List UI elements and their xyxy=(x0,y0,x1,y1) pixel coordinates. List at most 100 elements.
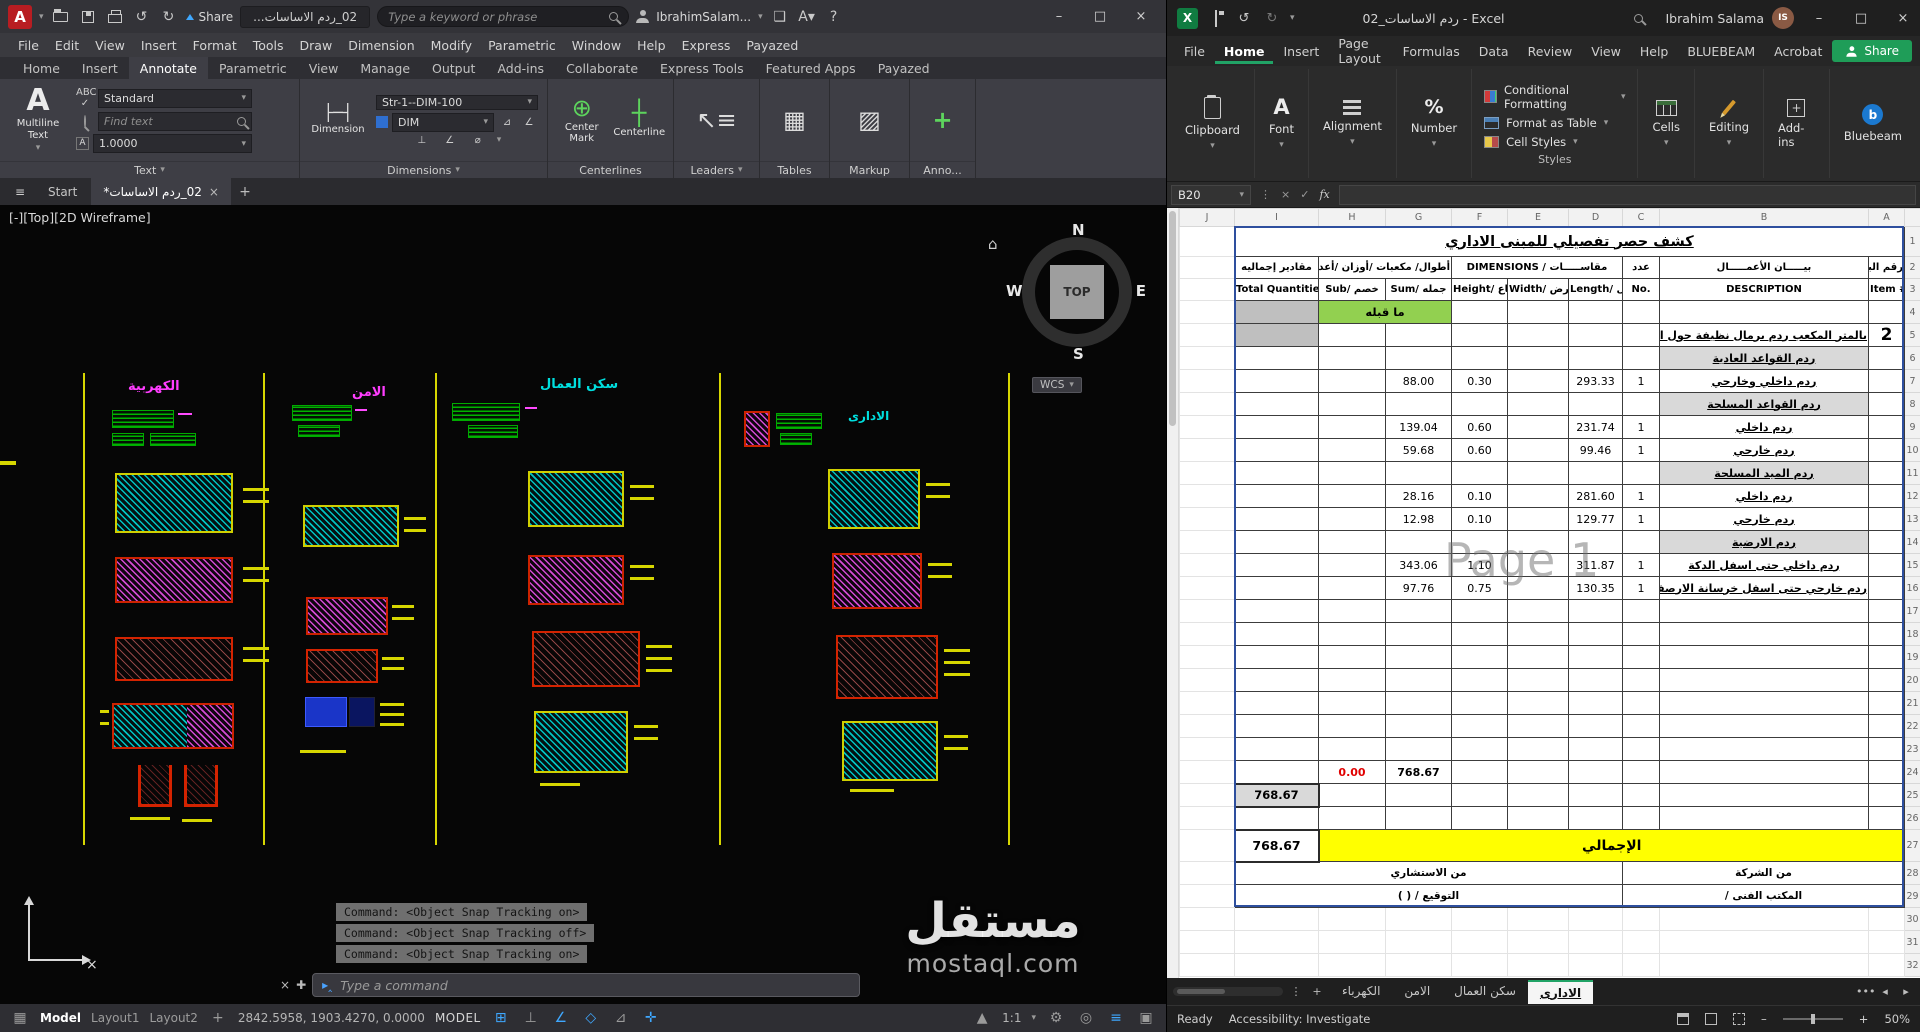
count-value[interactable]: 1 xyxy=(1622,438,1660,462)
grid-cell[interactable] xyxy=(1318,461,1386,485)
ribbon-tab-home[interactable]: Home xyxy=(12,57,71,79)
grid-cell[interactable] xyxy=(1318,783,1386,807)
ribbon-tab-featured-apps[interactable]: Featured Apps xyxy=(755,57,867,79)
grid-cell[interactable] xyxy=(1507,691,1569,715)
grid-cell[interactable] xyxy=(1622,300,1660,324)
isolate-objects-icon[interactable]: ◎ xyxy=(1076,1010,1096,1026)
empty-cell[interactable] xyxy=(1868,930,1905,954)
cancel-icon[interactable]: × xyxy=(1281,188,1290,201)
total-quantity[interactable]: 768.67 xyxy=(1233,782,1320,808)
row-number[interactable]: 8 xyxy=(1904,392,1920,416)
font-group-button[interactable]: A Font ▾ xyxy=(1255,69,1309,178)
dim-layer-dropdown[interactable]: DIM ▾ xyxy=(392,112,494,132)
plot-icon[interactable] xyxy=(105,7,125,27)
grand-total-value[interactable]: 768.67 xyxy=(1233,828,1320,863)
wcs-dropdown[interactable]: WCS ▾ xyxy=(1032,377,1082,393)
tab-acrobat[interactable]: Acrobat xyxy=(1765,39,1831,64)
empty-cell[interactable] xyxy=(1659,930,1869,954)
grid-cell[interactable] xyxy=(1507,783,1569,807)
row-number[interactable]: 13 xyxy=(1904,507,1920,531)
center-mark-button[interactable]: ⊕ Center Mark xyxy=(554,96,610,145)
grid-cell[interactable] xyxy=(1318,369,1386,393)
row-number[interactable]: 18 xyxy=(1904,622,1920,646)
length-value[interactable]: 130.35 xyxy=(1568,576,1623,600)
formula-input[interactable] xyxy=(1338,184,1916,205)
grid-cell[interactable] xyxy=(1234,415,1319,439)
grid-cell[interactable] xyxy=(1659,806,1869,830)
hardware-acceleration-icon[interactable]: ≡ xyxy=(1106,1010,1126,1026)
row-number[interactable]: 21 xyxy=(1904,691,1920,715)
grid-cell[interactable] xyxy=(1385,599,1452,623)
new-drawing-tab-button[interactable]: + xyxy=(233,178,257,205)
grid-cell[interactable] xyxy=(1568,714,1623,738)
workspace-switching-icon[interactable]: ⚙ xyxy=(1046,1010,1066,1026)
empty-cell[interactable] xyxy=(1568,953,1623,977)
grid-cell[interactable] xyxy=(1507,576,1569,600)
empty-cell[interactable] xyxy=(1568,930,1623,954)
grid-cell[interactable] xyxy=(1868,461,1905,485)
grid-cell[interactable] xyxy=(1318,737,1386,761)
grid-cell[interactable] xyxy=(1507,599,1569,623)
grand-total-label[interactable]: الإجمالي xyxy=(1318,829,1905,862)
empty-cell[interactable] xyxy=(1179,576,1235,600)
tab-review[interactable]: Review xyxy=(1519,39,1582,64)
empty-cell[interactable] xyxy=(1451,907,1508,931)
annotation-scale[interactable]: 1:1 xyxy=(1002,1011,1021,1025)
menu-payazed[interactable]: Payazed xyxy=(738,36,806,55)
grid-cell[interactable] xyxy=(1507,323,1569,347)
new-sheet-button[interactable]: + xyxy=(1309,985,1325,998)
compass-north[interactable]: N xyxy=(1072,221,1085,239)
vertical-scrollbar[interactable] xyxy=(1167,208,1179,978)
empty-cell[interactable] xyxy=(1868,907,1905,931)
empty-cell[interactable] xyxy=(1179,645,1235,669)
header-cell[interactable]: مقادير إجماليه xyxy=(1234,256,1319,279)
column-header[interactable]: B xyxy=(1659,208,1869,227)
column-header[interactable]: J xyxy=(1179,208,1235,227)
grid-cell[interactable] xyxy=(1385,806,1452,830)
ribbon-tab-parametric[interactable]: Parametric xyxy=(208,57,298,79)
signature-right[interactable]: من الشركة xyxy=(1622,861,1905,885)
sheet-tab-الادارى[interactable]: الادارى xyxy=(1527,979,1594,1004)
ribbon-tab-insert[interactable]: Insert xyxy=(71,57,129,79)
clipboard-group-button[interactable]: Clipboard ▾ xyxy=(1171,69,1255,178)
empty-cell[interactable] xyxy=(1451,930,1508,954)
model-tab[interactable]: Model xyxy=(40,1011,81,1025)
dim-diameter-icon[interactable]: ⌀ xyxy=(469,135,487,146)
row-number[interactable]: 12 xyxy=(1904,484,1920,508)
grid-cell[interactable] xyxy=(1234,461,1319,485)
grid-display-icon[interactable]: ▦ xyxy=(10,1010,30,1026)
work-description[interactable]: ردم داخلي xyxy=(1659,415,1869,439)
search-icon[interactable] xyxy=(609,12,619,21)
zoom-out-icon[interactable]: – xyxy=(1761,1012,1767,1026)
grid-cell[interactable] xyxy=(1507,714,1569,738)
grid-cell[interactable] xyxy=(1568,645,1623,669)
grid-cell[interactable] xyxy=(1318,438,1386,462)
grid-cell[interactable] xyxy=(1318,714,1386,738)
count-value[interactable]: 1 xyxy=(1622,507,1660,531)
empty-cell[interactable] xyxy=(1385,953,1452,977)
centerlines-panel-label[interactable]: Centerlines xyxy=(548,161,673,178)
grid-cell[interactable] xyxy=(1385,392,1452,416)
length-value[interactable]: 129.77 xyxy=(1568,507,1623,531)
menu-view[interactable]: View xyxy=(87,36,133,55)
prev-sheet-icon[interactable]: ◂ xyxy=(1877,985,1893,998)
grid-cell[interactable] xyxy=(1868,622,1905,646)
grid-cell[interactable] xyxy=(1451,645,1508,669)
grid-cell[interactable] xyxy=(1507,369,1569,393)
grid-cell[interactable] xyxy=(1568,691,1623,715)
grid-cell[interactable] xyxy=(1234,691,1319,715)
row-number[interactable]: 9 xyxy=(1904,415,1920,439)
text-panel-label[interactable]: Text ▾ xyxy=(0,161,299,178)
conditional-formatting-button[interactable]: Conditional Formatting ▾ xyxy=(1482,82,1627,112)
length-value[interactable]: 281.60 xyxy=(1568,484,1623,508)
markup-button[interactable]: ▨ xyxy=(838,108,902,132)
header-cell[interactable]: أطوال/ مكعبات /أوزان /أعداد xyxy=(1318,256,1452,279)
find-text-input[interactable]: Find text xyxy=(98,112,252,131)
grid-cell[interactable] xyxy=(1234,553,1319,577)
sum-value[interactable]: 28.16 xyxy=(1385,484,1452,508)
empty-cell[interactable] xyxy=(1179,806,1235,830)
ribbon-tab-manage[interactable]: Manage xyxy=(349,57,421,79)
grid-cell[interactable] xyxy=(1318,530,1386,554)
polar-tracking-icon[interactable]: ∠ xyxy=(551,1010,571,1026)
dim-adjust-icon[interactable]: ∠ xyxy=(520,117,538,128)
